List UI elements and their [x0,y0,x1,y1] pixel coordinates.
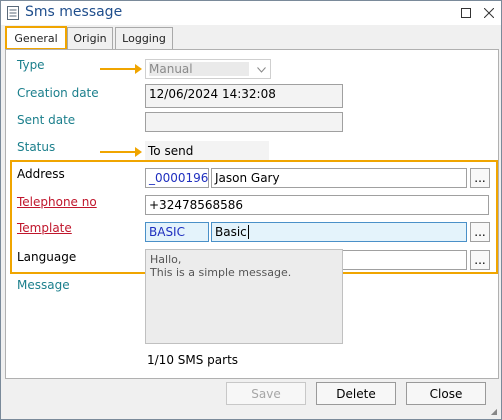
chevron-down-icon [257,67,266,73]
close-icon [484,8,494,18]
type-select-value: Manual [149,62,249,76]
sent-date-label: Sent date [17,113,76,127]
template-code-field[interactable]: BASIC [145,222,209,242]
resize-grip-icon[interactable]: ◢ [491,407,497,416]
document-icon [7,6,19,20]
tab-origin-label: Origin [73,32,107,45]
template-name-value: Basic [215,225,247,239]
template-label: Template [17,221,72,235]
sms-parts-counter: 1/10 SMS parts [147,353,239,367]
language-label: Language [17,250,77,264]
tab-general-label: General [14,31,58,45]
creation-date-label: Creation date [17,86,99,100]
text-cursor [247,225,249,239]
address-lookup-button[interactable]: ... [470,168,490,188]
window-title: Sms message [25,4,123,20]
message-line-1: Hallo, [150,253,182,266]
message-textarea[interactable]: Hallo, This is a simple message. [145,249,343,344]
language-lookup-button[interactable]: ... [470,250,490,270]
telephone-label: Telephone no [17,195,97,209]
maximize-icon [461,8,471,18]
close-button[interactable]: Close [406,382,486,405]
delete-button[interactable]: Delete [316,382,396,405]
template-name-field[interactable]: Basic [211,222,467,242]
address-code-field[interactable]: _00001962 [145,168,209,188]
creation-date-field: 12/06/2024 14:32:08 [145,84,343,108]
highlight-arrow-status [100,147,142,157]
close-window-button[interactable] [479,3,499,23]
maximize-button[interactable] [456,3,476,23]
address-name-field[interactable]: Jason Gary [211,168,467,188]
tab-logging[interactable]: Logging [115,27,173,49]
title-bar: Sms message [1,1,501,25]
highlight-arrow-type [100,64,142,74]
message-label: Message [17,278,70,292]
sms-message-window: Sms message General Origin Logging Type … [0,0,502,420]
save-button[interactable]: Save [226,382,306,405]
status-field: To send [145,141,269,161]
tab-logging-label: Logging [122,32,166,45]
template-lookup-button[interactable]: ... [470,222,490,242]
address-label: Address [17,167,65,181]
type-label: Type [17,58,45,72]
telephone-field[interactable]: +32478568586 [145,195,489,215]
tab-origin[interactable]: Origin [67,27,113,49]
message-line-2: This is a simple message. [150,266,292,279]
type-select[interactable]: Manual [145,59,271,79]
sent-date-field [145,112,343,132]
tab-general[interactable]: General [5,26,67,50]
status-label: Status [17,140,56,154]
